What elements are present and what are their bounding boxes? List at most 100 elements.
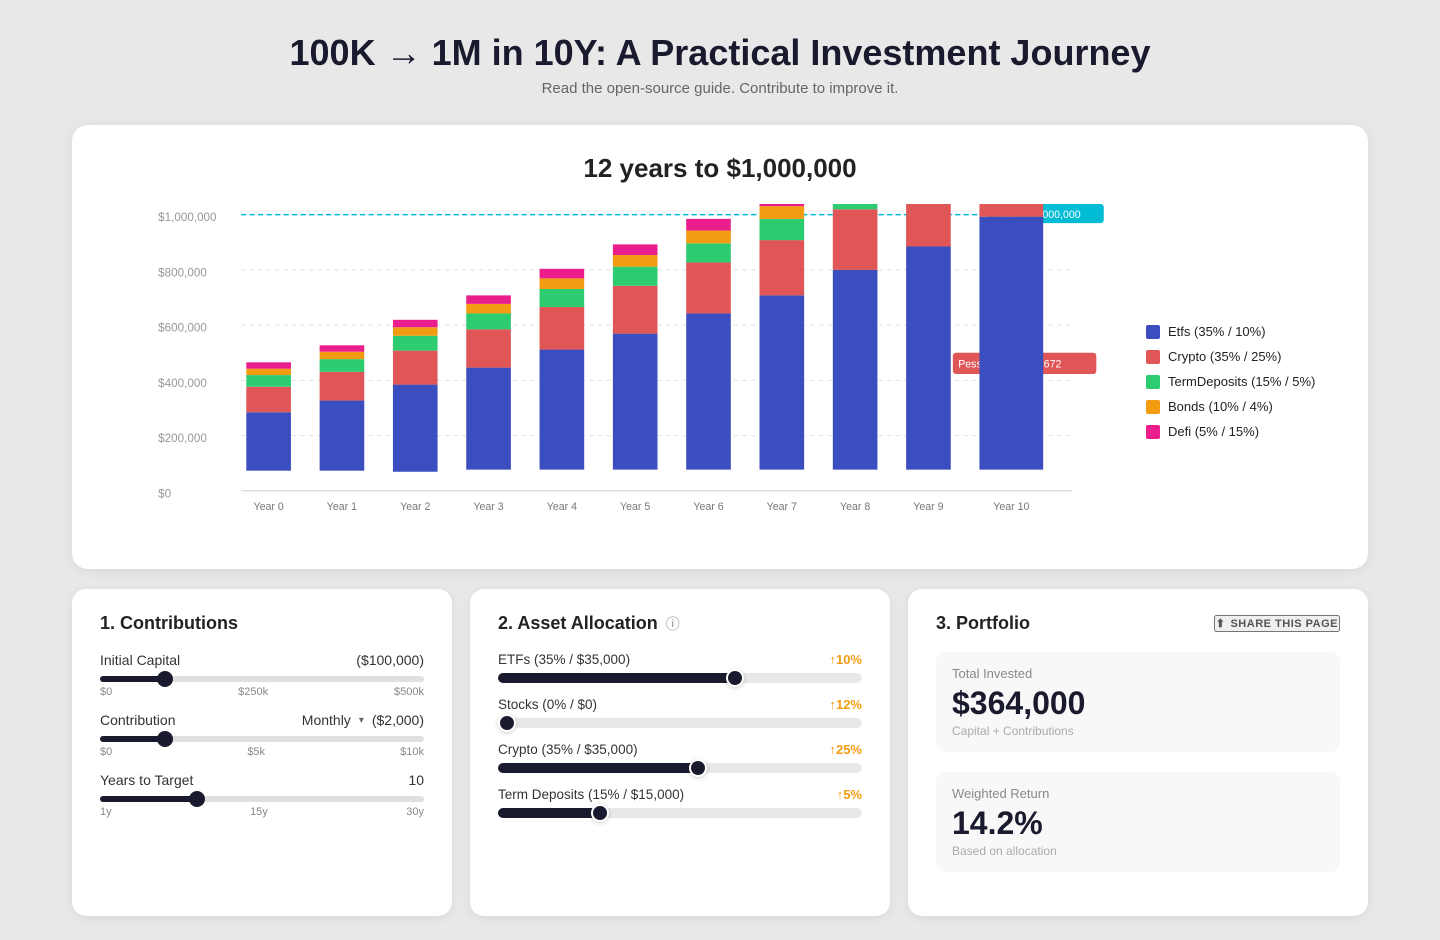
svg-text:Year 0: Year 0 [253, 501, 283, 513]
contributions-card: 1. Contributions Initial Capital ($100,0… [72, 589, 452, 916]
alloc-termdeposits-label: Term Deposits (15% / $15,000) [498, 787, 684, 802]
bar-chart: $1,000,000 $800,000 $600,000 $400,000 $2… [104, 204, 1126, 544]
legend-color-defi [1146, 425, 1160, 439]
weighted-return-label: Weighted Return [952, 786, 1324, 801]
alloc-stocks: Stocks (0% / $0) ↑12% [498, 697, 862, 728]
alloc-crypto: Crypto (35% / $35,000) ↑25% [498, 742, 862, 773]
initial-capital-label: Initial Capital [100, 652, 180, 668]
weighted-return-stat: Weighted Return 14.2% Based on allocatio… [936, 772, 1340, 872]
contributions-title: 1. Contributions [100, 613, 424, 634]
cards-row: 1. Contributions Initial Capital ($100,0… [72, 589, 1368, 940]
svg-text:Year 4: Year 4 [547, 501, 577, 513]
slider-years-mid: 15y [250, 806, 268, 818]
alloc-termdeposits-slider[interactable] [498, 808, 862, 818]
allocation-card: 2. Asset Allocation ⓘ ETFs (35% / $35,00… [470, 589, 890, 916]
legend-label-termdeposits: TermDeposits (15% / 5%) [1168, 374, 1315, 389]
slider-years-max: 30y [406, 806, 424, 818]
allocation-title: 2. Asset Allocation [498, 613, 658, 634]
slider-initial-max: $500k [394, 686, 424, 698]
chart-title: 12 years to $1,000,000 [104, 153, 1336, 184]
years-row: Years to Target 10 [100, 772, 424, 788]
svg-text:Year 5: Year 5 [620, 501, 650, 513]
alloc-termdeposits-return: ↑5% [837, 787, 862, 802]
chart-area: $1,000,000 $800,000 $600,000 $400,000 $2… [104, 204, 1336, 549]
svg-text:Year 9: Year 9 [913, 501, 943, 513]
chart-legend: Etfs (35% / 10%) Crypto (35% / 25%) Term… [1146, 204, 1336, 549]
contribution-select[interactable]: Monthly ▾ ($2,000) [302, 712, 424, 728]
svg-text:$1,000,000: $1,000,000 [158, 211, 217, 224]
share-label: SHARE THIS PAGE [1230, 618, 1338, 630]
contribution-slider[interactable]: $0 $5k $10k [100, 736, 424, 758]
share-icon: ⬆ [1216, 617, 1226, 630]
years-slider[interactable]: 1y 15y 30y [100, 796, 424, 818]
legend-item-crypto: Crypto (35% / 25%) [1146, 349, 1336, 364]
svg-text:Year 10: Year 10 [993, 501, 1029, 513]
legend-color-termdeposits [1146, 375, 1160, 389]
slider-contrib-min: $0 [100, 746, 112, 758]
legend-item-defi: Defi (5% / 15%) [1146, 424, 1336, 439]
alloc-etfs-slider[interactable] [498, 673, 862, 683]
svg-text:$0: $0 [158, 487, 171, 500]
page-title: 100K → 1M in 10Y: A Practical Investment… [0, 32, 1440, 74]
portfolio-header: 3. Portfolio ⬆ SHARE THIS PAGE [936, 613, 1340, 634]
legend-label-defi: Defi (5% / 15%) [1168, 424, 1259, 439]
alloc-termdeposits: Term Deposits (15% / $15,000) ↑5% [498, 787, 862, 818]
alloc-stocks-return: ↑12% [829, 697, 862, 712]
total-invested-value: $364,000 [952, 685, 1324, 722]
info-icon: ⓘ [666, 614, 680, 634]
total-invested-label: Total Invested [952, 666, 1324, 681]
svg-text:Year 7: Year 7 [767, 501, 797, 513]
svg-text:Year 8: Year 8 [840, 501, 870, 513]
slider-contrib-mid: $5k [247, 746, 265, 758]
legend-item-bonds: Bonds (10% / 4%) [1146, 399, 1336, 414]
chart-wrapper: $1,000,000 $800,000 $600,000 $400,000 $2… [104, 204, 1126, 549]
legend-item-etfs: Etfs (35% / 10%) [1146, 324, 1336, 339]
svg-text:$400,000: $400,000 [158, 377, 207, 390]
contribution-label: Contribution [100, 712, 176, 728]
years-label: Years to Target [100, 772, 193, 788]
portfolio-title: 3. Portfolio [936, 613, 1030, 634]
alloc-etfs-return: ↑10% [829, 652, 862, 667]
alloc-stocks-label: Stocks (0% / $0) [498, 697, 597, 712]
total-invested-stat: Total Invested $364,000 Capital + Contri… [936, 652, 1340, 752]
page-subtitle: Read the open-source guide. Contribute t… [0, 80, 1440, 97]
slider-initial-min: $0 [100, 686, 112, 698]
chart-card: 12 years to $1,000,000 $1,000,000 $800,0… [72, 125, 1368, 569]
legend-color-bonds [1146, 400, 1160, 414]
alloc-crypto-label: Crypto (35% / $35,000) [498, 742, 638, 757]
contribution-dropdown-label[interactable]: Monthly [302, 712, 351, 728]
total-invested-sub: Capital + Contributions [952, 724, 1324, 738]
contribution-row: Contribution Monthly ▾ ($2,000) [100, 712, 424, 728]
contribution-value: ($2,000) [372, 712, 424, 728]
portfolio-card: 3. Portfolio ⬆ SHARE THIS PAGE Total Inv… [908, 589, 1368, 916]
legend-color-etfs [1146, 325, 1160, 339]
weighted-return-sub: Based on allocation [952, 844, 1324, 858]
slider-years-min: 1y [100, 806, 112, 818]
legend-item-termdeposits: TermDeposits (15% / 5%) [1146, 374, 1336, 389]
initial-capital-value: ($100,000) [356, 652, 424, 668]
svg-text:Year 2: Year 2 [400, 501, 430, 513]
svg-text:$200,000: $200,000 [158, 432, 207, 445]
svg-text:Year 1: Year 1 [327, 501, 357, 513]
legend-label-bonds: Bonds (10% / 4%) [1168, 399, 1273, 414]
alloc-crypto-slider[interactable] [498, 763, 862, 773]
alloc-crypto-return: ↑25% [829, 742, 862, 757]
years-value: 10 [408, 772, 424, 788]
weighted-return-value: 14.2% [952, 805, 1324, 842]
alloc-stocks-slider[interactable] [498, 718, 862, 728]
share-button[interactable]: ⬆ SHARE THIS PAGE [1214, 615, 1340, 632]
slider-initial-mid: $250k [238, 686, 268, 698]
svg-text:$800,000: $800,000 [158, 266, 207, 279]
svg-text:Year 3: Year 3 [473, 501, 503, 513]
alloc-etfs-label: ETFs (35% / $35,000) [498, 652, 630, 667]
chevron-down-icon: ▾ [359, 715, 364, 726]
svg-text:$600,000: $600,000 [158, 322, 207, 335]
svg-text:Year 6: Year 6 [693, 501, 723, 513]
initial-capital-row: Initial Capital ($100,000) [100, 652, 424, 668]
legend-label-etfs: Etfs (35% / 10%) [1168, 324, 1266, 339]
legend-color-crypto [1146, 350, 1160, 364]
alloc-etfs: ETFs (35% / $35,000) ↑10% [498, 652, 862, 683]
initial-capital-slider[interactable]: $0 $250k $500k [100, 676, 424, 698]
page-header: 100K → 1M in 10Y: A Practical Investment… [0, 0, 1440, 113]
slider-contrib-max: $10k [400, 746, 424, 758]
